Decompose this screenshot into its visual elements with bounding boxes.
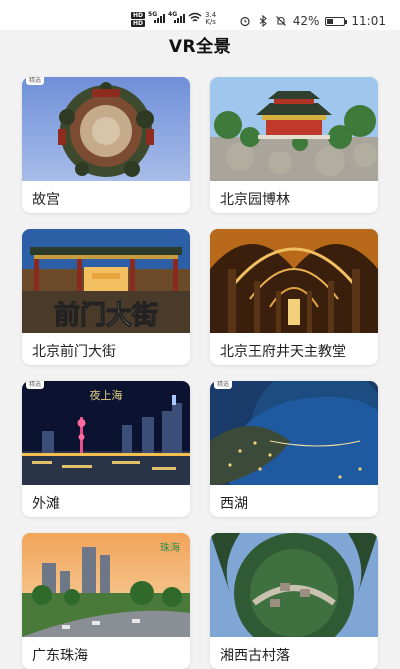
scenic-card-wangfujing-church[interactable]: 北京王府井天主教堂	[210, 229, 378, 365]
card-label: 湘西古村落	[220, 648, 290, 664]
card-thumbnail: 前门大街	[22, 229, 190, 333]
page-title: VR全景	[168, 37, 232, 57]
battery-fill	[327, 18, 333, 24]
signal-5g-label: 5G	[148, 11, 158, 18]
clock: 11:01	[351, 14, 386, 28]
battery-percent: 42%	[292, 14, 320, 28]
scenic-card-gugong[interactable]: 精选 故宫	[22, 77, 190, 213]
hd-badge-top: HD	[131, 12, 146, 19]
card-thumbnail	[22, 77, 190, 181]
card-overlay-text: 夜上海	[90, 388, 123, 402]
signal-4g-icon: 4G	[168, 11, 186, 23]
scenic-card-xiangxi[interactable]: 湘西古村落	[210, 533, 378, 669]
battery-icon	[325, 16, 348, 26]
scenic-card-zhuhai[interactable]: 珠海 广东珠海	[22, 533, 190, 669]
card-label: 广东珠海	[32, 648, 88, 664]
scenic-card-waitan[interactable]: 夜上海 精选 外滩	[22, 381, 190, 517]
card-thumbnail: 夜上海	[22, 381, 190, 485]
alarm-icon	[240, 16, 250, 27]
card-thumbnail	[210, 77, 378, 181]
network-speed-unit: K/s	[205, 18, 216, 26]
hd-indicators: HD HD	[131, 12, 146, 27]
card-label: 北京前门大街	[32, 344, 116, 360]
status-bar: HD HD 5G 4G 3.4 K/s 42% 11:01	[0, 0, 400, 30]
featured-badge: 精选	[26, 381, 45, 389]
card-label: 故宫	[32, 192, 60, 208]
card-thumbnail	[210, 381, 378, 485]
bluetooth-icon	[259, 15, 267, 27]
card-label: 北京园博林	[220, 192, 290, 208]
wifi-icon	[188, 12, 202, 22]
signal-4g-label: 4G	[168, 11, 178, 18]
featured-badge: 精选	[26, 77, 45, 85]
network-speed: 3.4 K/s	[205, 12, 216, 26]
card-overlay-text: 前门大街	[54, 300, 158, 331]
status-right: 42% 11:01	[239, 14, 386, 28]
scenic-card-qianmen[interactable]: 前门大街 北京前门大街	[22, 229, 190, 365]
card-thumbnail: 珠海	[22, 533, 190, 637]
card-thumbnail	[210, 533, 378, 637]
featured-badge: 精选	[214, 381, 233, 389]
mute-icon	[275, 16, 286, 26]
hd-badge-bottom: HD	[131, 20, 146, 27]
signal-5g-icon: 5G	[148, 11, 166, 23]
card-overlay-text: 珠海	[160, 541, 180, 554]
scenic-card-xihu[interactable]: 精选 西湖	[210, 381, 378, 517]
card-thumbnail	[210, 229, 378, 333]
card-label: 外滩	[32, 496, 60, 512]
scenic-card-yuanbolin[interactable]: 北京园博林	[210, 77, 378, 213]
card-label: 北京王府井天主教堂	[220, 344, 346, 360]
card-label: 西湖	[220, 496, 248, 512]
